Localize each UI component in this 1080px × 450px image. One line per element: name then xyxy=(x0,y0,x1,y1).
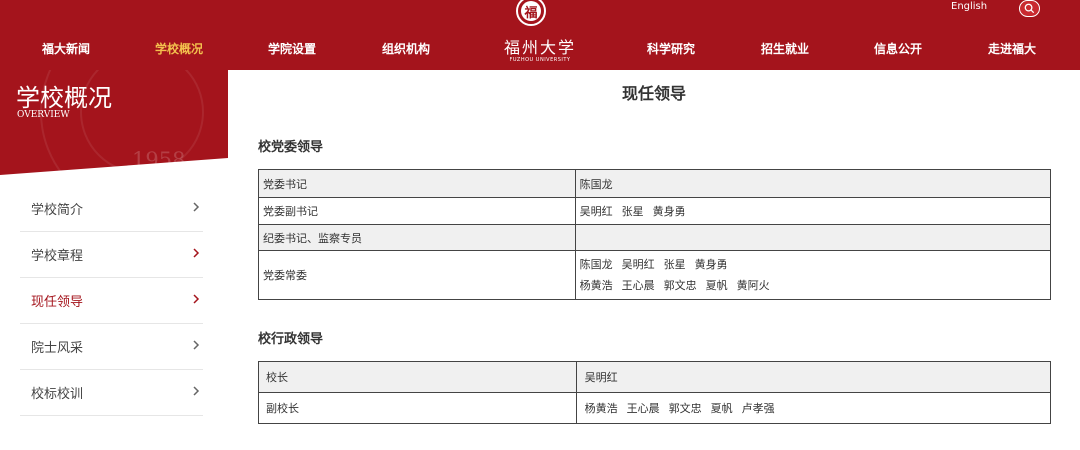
sidebar-title: 学校概况 xyxy=(16,84,112,112)
logo-chinese-name: 福州大学 xyxy=(503,38,576,57)
sidebar-item-label: 学校简介 xyxy=(31,203,84,218)
sidebar-item-charter[interactable]: 学校章程 xyxy=(20,232,203,278)
table-row: 党委副书记 吴明红 张星 黄身勇 xyxy=(258,197,1052,225)
names-cell: 陈国龙 xyxy=(574,169,1052,198)
leader-name: 吴明红 xyxy=(621,258,655,271)
nav-news[interactable]: 福大新闻 xyxy=(42,40,90,57)
nav-overview[interactable]: 学校概况 xyxy=(155,40,203,57)
nav-about[interactable]: 走进福大 xyxy=(988,40,1036,57)
role-cell: 党委副书记 xyxy=(258,197,576,225)
names-cell: 杨黄浩 王心晨 郭文忠 夏帆 卢孝强 xyxy=(575,392,1052,424)
table-row: 党委常委 陈国龙 吴明红 张星 黄身勇 杨黄浩 王心晨 郭文忠 夏帆 黄阿火 xyxy=(258,250,1052,300)
role-cell: 党委常委 xyxy=(258,250,576,300)
logo-english-name: FUZHOU UNIVERSITY xyxy=(509,57,571,63)
sidebar-item-leaders[interactable]: 现任领导 xyxy=(20,278,203,324)
admin-leaders-heading: 校行政领导 xyxy=(258,332,324,347)
leader-name: 卢孝强 xyxy=(741,402,775,415)
sidebar-hero: 1958 学校概况 OVERVIEW xyxy=(0,70,228,175)
leader-name: 黄阿火 xyxy=(736,279,770,292)
names-cell: 吴明红 xyxy=(575,361,1052,393)
nav-research[interactable]: 科学研究 xyxy=(647,40,695,57)
table-row: 纪委书记、监察专员 xyxy=(258,224,1052,251)
leader-name: 吴明红 xyxy=(579,205,613,218)
leader-name: 陈国龙 xyxy=(579,177,613,191)
sidebar-item-intro[interactable]: 学校简介 xyxy=(20,186,203,232)
role-cell: 党委书记 xyxy=(258,169,576,198)
party-leaders-table: 党委书记 陈国龙 党委副书记 吴明红 张星 黄身勇 纪委书记、监察专员 党委常委 陈… xyxy=(258,169,1052,300)
sidebar-item-emblem-motto[interactable]: 校标校训 xyxy=(20,370,203,416)
chevron-right-icon xyxy=(193,294,200,304)
seal-char: 福 xyxy=(521,1,541,21)
sidebar-item-academicians[interactable]: 院士风采 xyxy=(20,324,203,370)
chevron-right-icon xyxy=(193,340,200,350)
role-cell: 校长 xyxy=(258,361,577,393)
admin-leaders-table: 校长 吴明红 副校长 杨黄浩 王心晨 郭文忠 夏帆 卢孝强 xyxy=(258,361,1052,424)
main-content: 现任领导 校党委领导 党委书记 陈国龙 党委副书记 吴明红 张星 黄身勇 纪委书记、… xyxy=(228,70,1080,450)
page-title: 现任领导 xyxy=(621,84,686,103)
english-link[interactable]: English xyxy=(951,1,987,12)
leader-name: 黄身勇 xyxy=(694,258,728,271)
nav-info[interactable]: 信息公开 xyxy=(874,40,922,57)
leader-name: 王心晨 xyxy=(626,402,660,415)
nav-admissions[interactable]: 招生就业 xyxy=(761,40,809,57)
leader-name: 杨黄浩 xyxy=(579,279,613,292)
names-cell: 陈国龙 吴明红 张星 黄身勇 杨黄浩 王心晨 郭文忠 夏帆 黄阿火 xyxy=(574,250,1052,300)
names-cell: 吴明红 张星 黄身勇 xyxy=(574,197,1052,225)
table-row: 党委书记 陈国龙 xyxy=(258,169,1052,198)
sidebar-subtitle: OVERVIEW xyxy=(17,110,70,120)
names-cell xyxy=(574,224,1052,251)
leader-name: 杨黄浩 xyxy=(584,402,618,415)
names-line: 陈国龙 吴明红 张星 黄身勇 xyxy=(580,254,1046,275)
leader-name: 郭文忠 xyxy=(663,279,697,292)
sidebar-item-label: 校标校训 xyxy=(31,387,84,402)
leader-name: 张星 xyxy=(621,205,644,218)
sidebar-item-label: 院士风采 xyxy=(31,341,84,356)
role-cell: 副校长 xyxy=(258,392,577,424)
leader-name: 王心晨 xyxy=(621,279,655,292)
chevron-right-icon xyxy=(193,202,200,212)
nav-colleges[interactable]: 学院设置 xyxy=(268,40,316,57)
nav-organization[interactable]: 组织机构 xyxy=(382,40,430,57)
names-line: 杨黄浩 王心晨 郭文忠 夏帆 黄阿火 xyxy=(580,275,1046,296)
chevron-right-icon xyxy=(193,386,200,396)
search-button[interactable] xyxy=(1019,0,1040,17)
leader-name: 张星 xyxy=(663,258,686,271)
leader-name: 吴明红 xyxy=(584,371,618,384)
leader-name: 黄身勇 xyxy=(652,205,686,218)
chevron-right-icon xyxy=(193,248,200,258)
leader-name: 夏帆 xyxy=(705,279,728,292)
sidebar-item-label: 现任领导 xyxy=(31,295,84,310)
leader-name: 夏帆 xyxy=(710,402,733,415)
leader-name: 陈国龙 xyxy=(579,258,613,271)
table-row: 副校长 杨黄浩 王心晨 郭文忠 夏帆 卢孝强 xyxy=(258,392,1052,424)
leader-name: 郭文忠 xyxy=(668,402,702,415)
sidebar: 1958 学校概况 OVERVIEW 学校简介 学校章程 现任领导 院士风采 校… xyxy=(0,70,228,450)
sidebar-item-label: 学校章程 xyxy=(31,249,84,264)
party-leaders-heading: 校党委领导 xyxy=(258,140,324,155)
search-icon xyxy=(1024,3,1035,14)
role-cell: 纪委书记、监察专员 xyxy=(258,224,576,251)
table-row: 校长 吴明红 xyxy=(258,361,1052,393)
